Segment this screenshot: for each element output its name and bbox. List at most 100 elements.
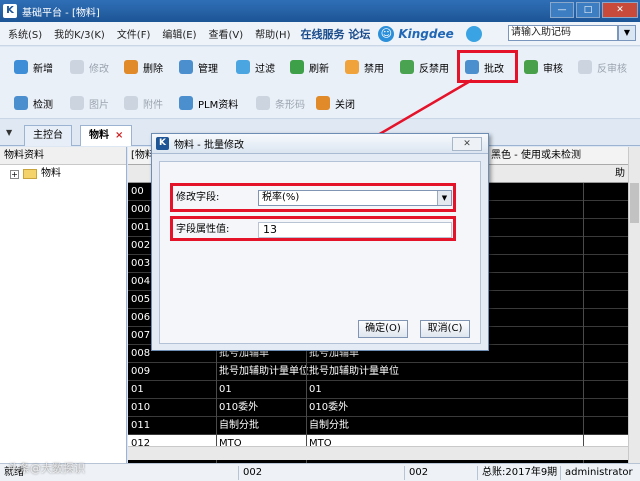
cell-code: 004 <box>131 276 151 287</box>
tab-material[interactable]: 物料 × <box>80 125 133 146</box>
close-icon <box>316 96 330 110</box>
manage-button[interactable]: 管理 <box>179 57 218 77</box>
close-button[interactable]: 关闭 <box>316 93 355 113</box>
audit-button[interactable]: 审核 <box>524 57 563 77</box>
image-button[interactable]: 图片 <box>70 93 109 113</box>
watermark: 头条@大数探识 <box>8 462 85 475</box>
table-row[interactable]: 010 010委外 010委外 <box>128 399 628 417</box>
attachment-icon <box>124 96 138 110</box>
cell-name: 批号加辅助计量单位 <box>219 366 309 377</box>
folder-icon <box>23 169 37 179</box>
kingdee-logo: Kingdee <box>398 26 454 41</box>
grid-header-assist: 助 <box>615 168 625 179</box>
edit-button[interactable]: 修改 <box>70 57 109 77</box>
table-row[interactable]: 011 自制分批 自制分批 <box>128 417 628 435</box>
title-bar: K 基础平台 - [物料] — □ ✕ <box>0 0 640 22</box>
maximize-button[interactable]: □ <box>576 2 600 18</box>
edit-icon <box>70 60 84 74</box>
barcode-icon <box>256 96 270 110</box>
tree-node-material[interactable]: + 物料 <box>0 165 126 183</box>
cell-code: 010 <box>131 402 151 413</box>
expand-icon[interactable]: + <box>10 169 19 179</box>
main-toolbar: 新增 修改 删除 管理 过滤 刷新 禁用 反禁用 批改 审核 反审核 <box>0 47 640 87</box>
audit-icon <box>524 60 538 74</box>
cell-code: 001 <box>131 222 151 233</box>
window-title: 基础平台 - [物料] <box>22 7 100 19</box>
cell-spec: 010委外 <box>309 402 349 413</box>
assist-code-input[interactable]: 请输入助记码 <box>508 25 618 41</box>
smile-icon: ☺ <box>378 25 395 42</box>
menu-file[interactable]: 文件(F) <box>117 26 151 41</box>
disable-icon <box>345 60 359 74</box>
barcode-button[interactable]: 条形码 <box>256 93 305 113</box>
cell-code: 006 <box>131 312 151 323</box>
check-button[interactable]: 检测 <box>14 93 53 113</box>
add-icon <box>14 60 28 74</box>
attachment-button[interactable]: 附件 <box>124 93 163 113</box>
cell-name: 01 <box>219 384 232 395</box>
cell-code: 003 <box>131 258 151 269</box>
cell-spec: 01 <box>309 384 322 395</box>
plm-button[interactable]: PLM资料 <box>179 93 238 113</box>
cancel-button[interactable]: 取消(C) <box>420 320 470 338</box>
tree-node-label: 物料 <box>41 168 61 179</box>
column-divider <box>583 183 584 463</box>
cell-code: 008 <box>131 348 151 359</box>
menu-my-k3[interactable]: 我的K/3(K) <box>54 26 105 41</box>
filter-icon <box>236 60 250 74</box>
cell-name: 自制分批 <box>219 420 259 431</box>
cell-code: 005 <box>131 294 151 305</box>
dialog-app-icon: K <box>156 137 169 150</box>
app-icon: K <box>3 4 17 18</box>
refresh-icon <box>290 60 304 74</box>
plm-icon <box>179 96 193 110</box>
menu-view[interactable]: 查看(V) <box>209 26 244 41</box>
cell-name: 010委外 <box>219 402 259 413</box>
batch-edit-highlight <box>457 50 518 83</box>
check-icon <box>14 96 28 110</box>
status-period: 总账:2017年9期 <box>477 466 557 480</box>
manage-icon <box>179 60 193 74</box>
close-window-button[interactable]: ✕ <box>602 2 638 18</box>
unaudit-icon <box>578 60 592 74</box>
cloud-icon <box>465 25 482 42</box>
online-service-link[interactable]: 在线服务 论坛 <box>300 26 370 42</box>
dialog-close-button[interactable]: ✕ <box>452 137 482 151</box>
tab-console[interactable]: 主控台 <box>24 125 72 146</box>
status-cell: 002 <box>404 466 428 480</box>
enable-button[interactable]: 反禁用 <box>400 57 449 77</box>
cell-code: 000 <box>131 204 151 215</box>
tab-close-icon[interactable]: × <box>115 130 123 141</box>
status-bar: 就绪 002 002 总账:2017年9期 administrator <box>0 463 640 481</box>
add-button[interactable]: 新增 <box>14 57 53 77</box>
ok-button[interactable]: 确定(O) <box>358 320 408 338</box>
cell-spec: 自制分批 <box>309 420 349 431</box>
filter-button[interactable]: 过滤 <box>236 57 275 77</box>
minimize-button[interactable]: — <box>550 2 574 18</box>
unaudit-button[interactable]: 反审核 <box>578 57 627 77</box>
cell-code: 007 <box>131 330 151 341</box>
cell-code: 009 <box>131 366 151 377</box>
cell-code: 002 <box>131 240 151 251</box>
cell-code: 00 <box>131 186 144 197</box>
tab-list-arrow-icon[interactable]: ▼ <box>6 128 12 137</box>
menu-help[interactable]: 帮助(H) <box>255 26 290 41</box>
tree-header: 物料资料 <box>0 147 126 165</box>
dialog-body: 修改字段: 税率(%) ▼ 字段属性值: 13 确定(O) 取消(C) <box>159 161 481 344</box>
refresh-button[interactable]: 刷新 <box>290 57 329 77</box>
secondary-toolbar: 检测 图片 附件 PLM资料 条形码 关闭 <box>0 87 640 119</box>
horizontal-scrollbar[interactable] <box>128 446 628 460</box>
grid-legend: 黑色 - 使用或未检测 <box>491 150 581 161</box>
cell-spec: 批号加辅助计量单位 <box>309 366 399 377</box>
table-row[interactable]: 009 批号加辅助计量单位 批号加辅助计量单位 <box>128 363 628 381</box>
disable-button[interactable]: 禁用 <box>345 57 384 77</box>
menu-system[interactable]: 系统(S) <box>8 26 42 41</box>
menu-edit[interactable]: 编辑(E) <box>162 26 196 41</box>
vertical-scrollbar[interactable] <box>628 147 640 463</box>
field-highlight <box>170 183 456 212</box>
scroll-thumb[interactable] <box>630 183 639 223</box>
table-row[interactable]: 01 01 01 <box>128 381 628 399</box>
cell-code: 01 <box>131 384 144 395</box>
delete-button[interactable]: 删除 <box>124 57 163 77</box>
assist-dropdown-button[interactable]: ▼ <box>618 25 636 41</box>
